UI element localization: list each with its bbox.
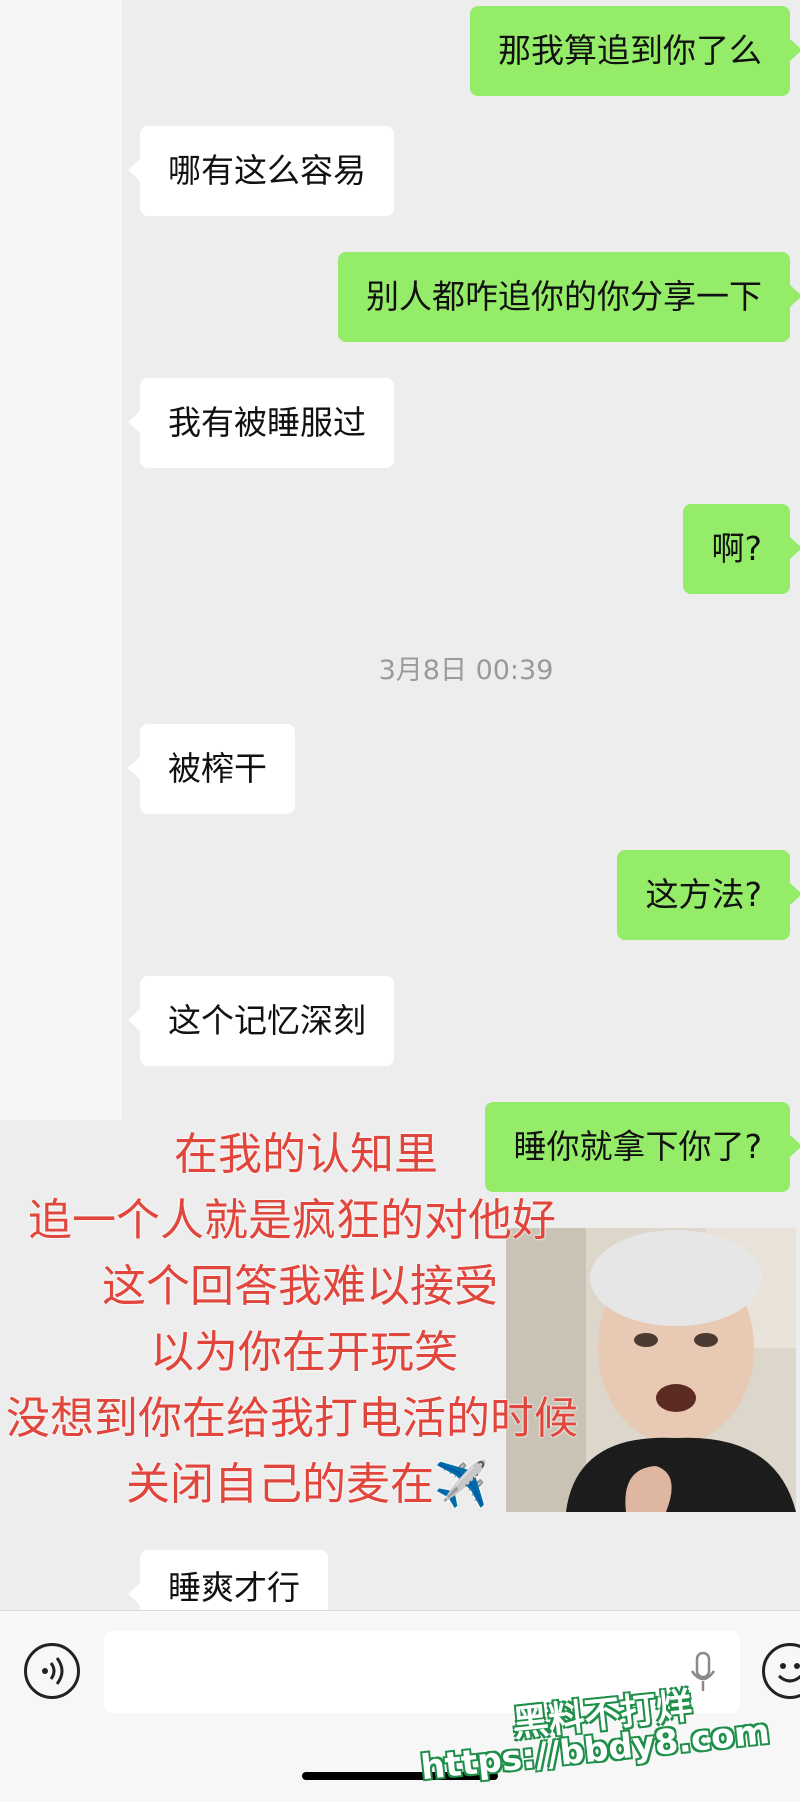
emoji-icon[interactable] [762, 1643, 800, 1699]
chat-timestamp: 3月8日 00:39 [378, 655, 554, 686]
message-bubble-outgoing[interactable]: 睡你就拿下你了? [485, 1102, 800, 1192]
left-edge-strip [0, 0, 122, 1120]
message-bubble-incoming[interactable]: 我有被睡服过 [128, 378, 394, 468]
overlay-caption-line: 关闭自己的麦在✈️ [126, 1460, 489, 1509]
microphone-icon[interactable] [690, 1651, 716, 1693]
overlay-caption-line: 追一个人就是疯狂的对他好 [28, 1196, 556, 1245]
voice-waves-icon [42, 1657, 64, 1685]
message-bubble-outgoing[interactable]: 啊? [683, 504, 800, 594]
overlay-caption-line: 以为你在开玩笑 [150, 1328, 458, 1377]
elderly-woman-photo [506, 1228, 796, 1512]
voice-input-icon[interactable] [24, 1643, 80, 1699]
message-bubble-incoming[interactable]: 被榨干 [128, 724, 295, 814]
overlay-caption-line: 这个回答我难以接受 [102, 1262, 498, 1311]
message-bubble-incoming[interactable]: 这个记忆深刻 [128, 976, 394, 1066]
overlay-caption-line: 在我的认知里 [174, 1130, 438, 1179]
message-bubble-outgoing[interactable]: 那我算追到你了么 [470, 6, 800, 96]
overlay-caption-line: 没想到你在给我打电活的时候 [6, 1394, 578, 1443]
message-bubble-incoming[interactable]: 哪有这么容易 [128, 126, 394, 216]
message-bubble-outgoing[interactable]: 别人都咋追你的你分享一下 [338, 252, 800, 342]
message-bubble-outgoing[interactable]: 这方法? [617, 850, 800, 940]
smiley-face-icon [777, 1663, 800, 1683]
reaction-photo [506, 1228, 796, 1512]
